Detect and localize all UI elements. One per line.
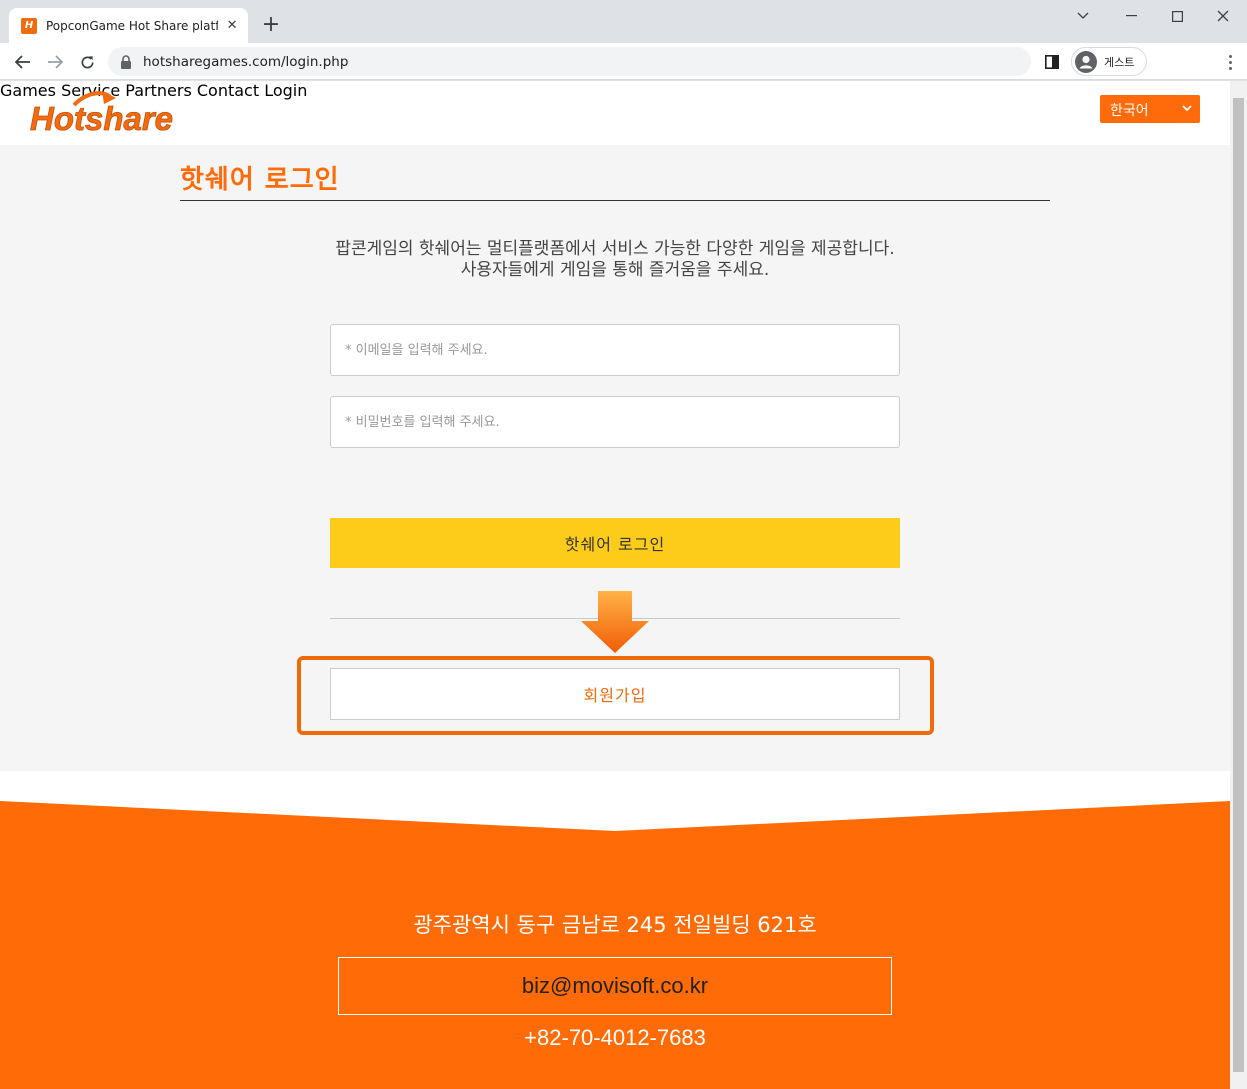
avatar-icon: [1075, 50, 1097, 73]
dot-icon: [1228, 66, 1232, 70]
reload-button[interactable]: [73, 48, 101, 76]
url-text: hotsharegames.com/login.php: [143, 53, 349, 70]
site-header: Hotshare Games Service Partners Contact …: [0, 81, 1230, 145]
side-panel-button[interactable]: [1040, 50, 1064, 74]
browser-menu-button[interactable]: [1218, 50, 1242, 74]
password-field[interactable]: [330, 396, 900, 448]
login-section: 핫쉐어 로그인 팝콘게임의 핫쉐어는 멀티플랫폼에서 서비스 가능한 다양한 게…: [0, 145, 1230, 771]
side-panel-icon: [1045, 55, 1059, 69]
tab-search-button[interactable]: [1060, 4, 1106, 28]
new-tab-button[interactable]: +: [258, 12, 284, 38]
language-select[interactable]: 한국어: [1100, 95, 1200, 123]
back-button[interactable]: [9, 48, 37, 76]
company-address: 광주광역시 동구 금남로 245 전일빌딩 621호: [413, 913, 817, 937]
chevron-down-icon: [1077, 12, 1089, 19]
minimize-button[interactable]: [1108, 4, 1154, 28]
maximize-icon: [1171, 10, 1183, 22]
title-divider: [180, 200, 1050, 201]
chevron-down-icon: [1182, 105, 1192, 112]
minimize-icon: [1125, 15, 1137, 17]
language-value: 한국어: [1110, 103, 1149, 119]
hotshare-logo-mark: Hotshare: [30, 91, 173, 137]
browser-toolbar: hotsharegames.com/login.php 게스트: [0, 43, 1247, 80]
address-bar[interactable]: hotsharegames.com/login.php: [108, 47, 1031, 76]
contact-email[interactable]: biz@movisoft.co.kr: [338, 957, 892, 1015]
signup-button[interactable]: 회원가입: [330, 668, 900, 720]
forward-button[interactable]: [41, 48, 69, 76]
scrollbar[interactable]: [1230, 81, 1247, 1089]
contact-email-text: biz@movisoft.co.kr: [521, 973, 709, 998]
close-window-button[interactable]: [1200, 4, 1246, 28]
reload-icon: [81, 55, 93, 68]
dot-icon: [1228, 54, 1232, 58]
contact-phone: +82-70-4012-7683: [524, 1025, 706, 1050]
intro-line-2: 사용자들에게 게임을 통해 즐거움을 주세요.: [460, 260, 770, 280]
profile-label: 게스트: [1104, 55, 1135, 69]
tab-title: PopconGame Hot Share platform: [46, 18, 219, 33]
arrow-right-icon: [48, 55, 63, 69]
footer: 광주광역시 동구 금남로 245 전일빌딩 621호 biz@movisoft.…: [0, 771, 1230, 1089]
nav-contact[interactable]: Contact: [197, 81, 259, 100]
email-field[interactable]: [330, 324, 900, 376]
browser-tabstrip: H PopconGame Hot Share platform ✕ +: [0, 0, 1247, 43]
svg-text:Hotshare: Hotshare: [30, 100, 173, 135]
nav-login[interactable]: Login: [264, 81, 307, 100]
hotshare-favicon-icon: H: [21, 17, 37, 34]
lock-icon: [121, 54, 131, 69]
tab-close-icon[interactable]: ✕: [224, 18, 240, 34]
arrow-down-icon: [581, 591, 649, 653]
login-button[interactable]: 핫쉐어 로그인: [330, 518, 900, 568]
page-viewport: Hotshare Games Service Partners Contact …: [0, 81, 1247, 1089]
page-title: 핫쉐어 로그인: [180, 165, 340, 195]
hotshare-logo[interactable]: Hotshare: [30, 89, 175, 139]
arrow-left-icon: [15, 55, 30, 69]
browser-tab[interactable]: H PopconGame Hot Share platform ✕: [9, 8, 248, 43]
scrollbar-thumb[interactable]: [1233, 98, 1244, 1072]
close-icon: [1217, 10, 1229, 22]
maximize-button[interactable]: [1154, 4, 1200, 28]
intro-text: 팝콘게임의 핫쉐어는 멀티플랫폼에서 서비스 가능한 다양한 게임을 제공합니다…: [230, 239, 1000, 281]
intro-line-1: 팝콘게임의 핫쉐어는 멀티플랫폼에서 서비스 가능한 다양한 게임을 제공합니다…: [335, 239, 895, 259]
profile-button[interactable]: 게스트: [1071, 47, 1147, 76]
dot-icon: [1228, 60, 1232, 64]
